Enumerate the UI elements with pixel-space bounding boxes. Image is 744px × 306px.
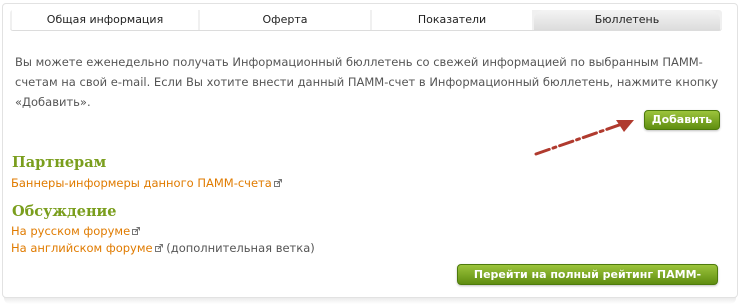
tab-offer[interactable]: Оферта [200, 10, 370, 30]
add-button[interactable]: Добавить [644, 110, 720, 130]
external-link-icon [273, 179, 282, 187]
tab-bulletin[interactable]: Бюллетень [534, 10, 720, 30]
english-forum-link[interactable]: На английском форуме [11, 241, 153, 255]
tab-indicators[interactable]: Показатели [372, 10, 532, 30]
banners-informers-link[interactable]: Баннеры-информеры данного ПАММ-счета [11, 176, 272, 190]
tab-general-info[interactable]: Общая информация [12, 10, 198, 30]
dashed-arrow-icon [534, 120, 634, 156]
full-rating-button[interactable]: Перейти на полный рейтинг ПАММ-счетов [457, 264, 718, 300]
russian-forum-row: На русском форуме [11, 223, 141, 239]
russian-forum-link[interactable]: На русском форуме [11, 224, 130, 238]
partners-heading: Партнерам [12, 154, 107, 171]
panel-shadow [4, 297, 736, 304]
english-forum-note: (дополнительная ветка) [166, 241, 315, 255]
external-link-icon [154, 244, 163, 252]
external-link-icon [132, 227, 141, 235]
tab-bar: Общая информация Оферта Показатели Бюлле… [10, 10, 722, 31]
discussion-heading: Обсуждение [12, 203, 117, 220]
english-forum-row: На английском форуме (дополнительная вет… [11, 240, 315, 256]
bulletin-intro-text: Вы можете еженедельно получать Информаци… [15, 55, 719, 109]
partners-link-row: Баннеры-информеры данного ПАММ-счета [11, 175, 282, 191]
